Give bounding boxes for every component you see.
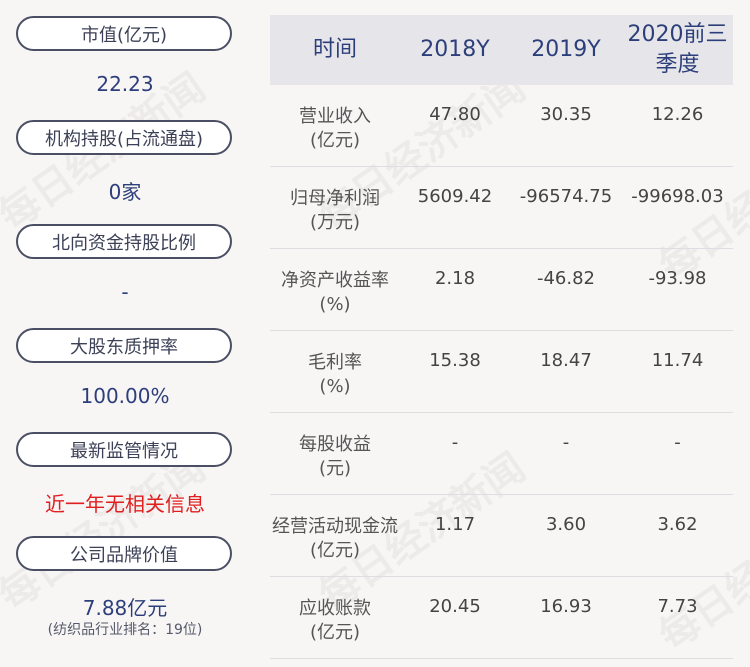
market-cap-label: 市值(亿元) (16, 16, 232, 51)
table-cell: 20.45 (429, 596, 481, 617)
table-cell: 3.62 (657, 514, 698, 535)
table-cell: - (674, 432, 681, 453)
header-2018: 2018Y (420, 37, 490, 62)
institutional-holding-value: 0家 (108, 180, 142, 204)
table-row: 每股收益 (元) - - - (270, 413, 733, 495)
table-cell: 11.74 (651, 350, 704, 371)
row-label-unit: (%) (319, 376, 351, 397)
table-cell: -93.98 (648, 268, 707, 289)
table-cell: 18.47 (540, 350, 592, 371)
table-cell: 12.26 (651, 104, 704, 125)
table-row: 毛利率 (%) 15.38 18.47 11.74 (270, 331, 733, 413)
row-label: 归母净利润 (万元) (270, 187, 400, 235)
regulatory-status-value: 近一年无相关信息 (45, 492, 205, 516)
northbound-ratio-label: 北向资金持股比例 (16, 224, 232, 259)
table-cell: 30.35 (540, 104, 592, 125)
northbound-ratio-label-text: 北向资金持股比例 (52, 232, 196, 254)
table-cell: 16.93 (540, 596, 592, 617)
table-row: 经营活动现金流 (亿元) 1.17 3.60 3.62 (270, 495, 733, 577)
row-label: 净资产收益率 (%) (270, 269, 400, 317)
table-cell: - (451, 432, 459, 453)
market-cap-value: 22.23 (96, 72, 154, 96)
pledge-ratio-label-text: 大股东质押率 (70, 336, 178, 358)
row-label-name: 净资产收益率 (281, 270, 389, 291)
row-label: 经营活动现金流 (亿元) (270, 515, 400, 563)
brand-rank-note: (纺织品行业排名：19位) (47, 622, 203, 638)
table-cell: 2.18 (434, 268, 476, 289)
row-label-unit: (元) (318, 458, 352, 479)
company-summary-panel: 市值(亿元) 22.23 机构持股(占流通盘) 0家 北向资金持股比例 - 大股… (0, 0, 250, 667)
table-row: 归母净利润 (万元) 5609.42 -96574.75 -99698.03 (270, 167, 733, 249)
pledge-ratio-label: 大股东质押率 (16, 328, 232, 363)
row-label-unit: (亿元) (309, 622, 361, 643)
institutional-holding-label-text: 机构持股(占流通盘) (44, 128, 204, 150)
table-cell: 7.73 (657, 596, 698, 617)
regulatory-status-label: 最新监管情况 (16, 432, 232, 467)
table-row: 营业收入 (亿元) 47.80 30.35 12.26 (270, 85, 733, 167)
market-cap-label-text: 市值(亿元) (80, 24, 168, 46)
row-label-name: 归母净利润 (290, 188, 380, 209)
northbound-ratio-value: - (121, 280, 129, 304)
row-label: 毛利率 (%) (270, 351, 400, 399)
pledge-ratio-value: 100.00% (80, 384, 170, 408)
row-label-unit: (%) (319, 294, 351, 315)
table-cell: 15.38 (429, 350, 481, 371)
header-2020q3: 2020前三季度 (627, 22, 728, 77)
brand-value-value: 7.88亿元 (82, 596, 168, 620)
row-label-name: 毛利率 (308, 352, 362, 373)
table-cell: 47.80 (429, 104, 481, 125)
row-label-name: 营业收入 (299, 106, 371, 127)
row-label-unit: (亿元) (309, 130, 361, 151)
regulatory-status-label-text: 最新监管情况 (70, 440, 178, 462)
financial-table: 时间 2018Y 2019Y 2020前三季度 营业收入 (亿元) 47.80 30.… (270, 15, 733, 659)
institutional-holding-label: 机构持股(占流通盘) (16, 120, 232, 155)
row-label-name: 应收账款 (299, 598, 371, 619)
table-row: 应收账款 (亿元) 20.45 16.93 7.73 (270, 577, 733, 659)
table-row: 净资产收益率 (%) 2.18 -46.82 -93.98 (270, 249, 733, 331)
brand-value-label-text: 公司品牌价值 (70, 544, 178, 566)
table-cell: -46.82 (536, 268, 596, 289)
brand-value-label: 公司品牌价值 (16, 536, 232, 571)
table-cell: - (562, 432, 570, 453)
table-cell: 1.17 (434, 514, 476, 535)
table-cell: -99698.03 (631, 186, 724, 207)
row-label: 应收账款 (亿元) (270, 597, 400, 645)
table-cell: 5609.42 (417, 186, 493, 207)
table-cell: -96574.75 (519, 186, 613, 207)
table-header: 时间 2018Y 2019Y 2020前三季度 (270, 15, 733, 85)
row-label-name: 每股收益 (299, 434, 371, 455)
row-label: 每股收益 (元) (270, 433, 400, 481)
header-2019: 2019Y (531, 37, 601, 62)
row-label-unit: (亿元) (309, 540, 361, 561)
table-cell: 3.60 (545, 514, 587, 535)
row-label: 营业收入 (亿元) (270, 105, 400, 153)
row-label-unit: (万元) (309, 212, 361, 233)
row-label-name: 经营活动现金流 (272, 516, 398, 537)
header-time: 时间 (312, 37, 357, 62)
